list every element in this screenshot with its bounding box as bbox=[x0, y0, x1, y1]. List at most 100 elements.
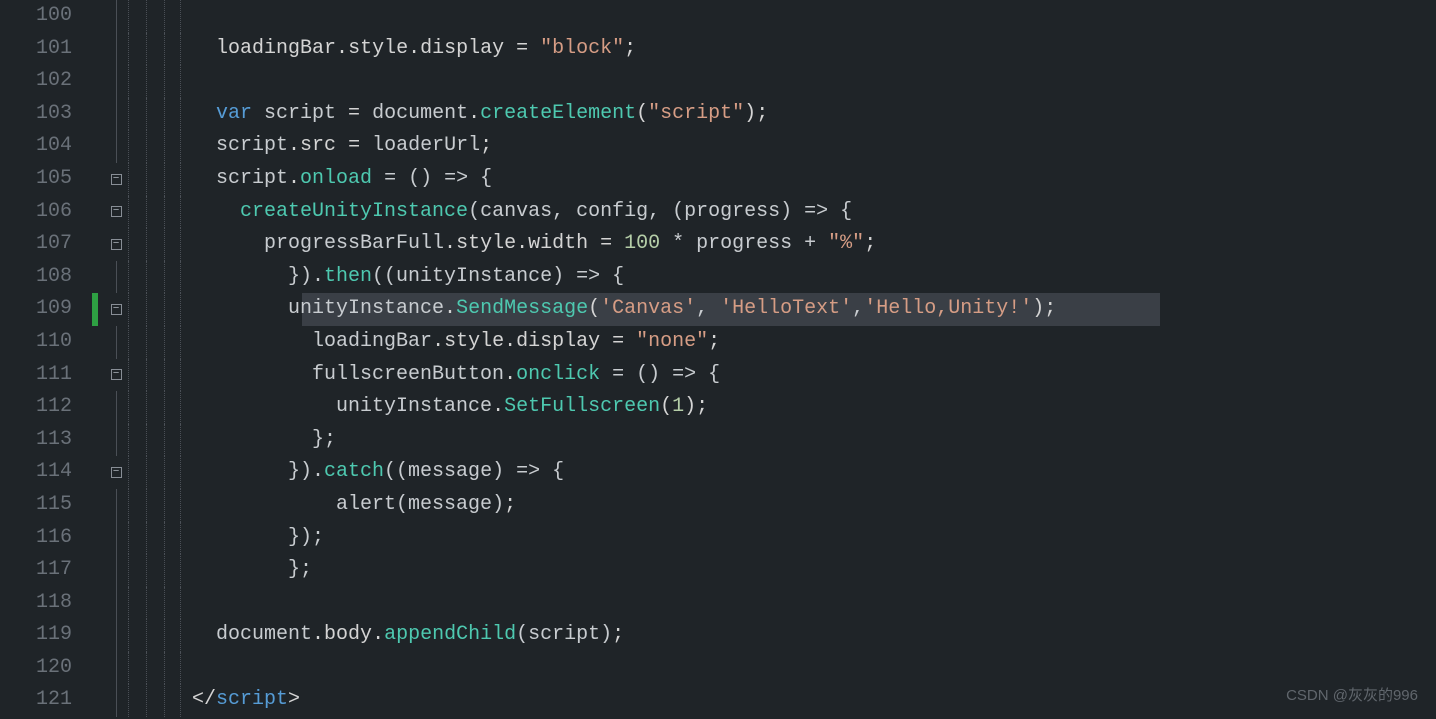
token: = bbox=[588, 232, 624, 255]
token: ; bbox=[624, 37, 636, 60]
token: = bbox=[600, 330, 636, 353]
token: . bbox=[444, 297, 456, 320]
line-number: 112 bbox=[0, 391, 80, 424]
token: progressBarFull bbox=[264, 232, 444, 255]
code-line[interactable]: loadingBar.style.display = "none"; bbox=[188, 326, 1436, 359]
token: src bbox=[300, 134, 336, 157]
line-number: 105 bbox=[0, 163, 80, 196]
code-line[interactable]: }).then((unityInstance) => { bbox=[188, 261, 1436, 294]
token: document bbox=[360, 102, 468, 125]
code-line[interactable] bbox=[188, 587, 1436, 620]
token: alert bbox=[336, 493, 396, 516]
token: "script" bbox=[648, 102, 744, 125]
code-line[interactable]: }).catch((message) => { bbox=[188, 456, 1436, 489]
code-line[interactable] bbox=[188, 652, 1436, 685]
line-number: 120 bbox=[0, 652, 80, 685]
fold-toggle-icon[interactable]: − bbox=[111, 467, 122, 478]
fold-column[interactable]: − − − − − − bbox=[104, 0, 128, 719]
code-area[interactable]: loadingBar.style.display = "block"; var … bbox=[188, 0, 1436, 719]
token: ) bbox=[744, 102, 756, 125]
code-line[interactable]: }; bbox=[188, 424, 1436, 457]
token: script bbox=[216, 688, 288, 711]
token: (canvas, config, (progress) => { bbox=[468, 200, 852, 223]
token: 'HelloText' bbox=[720, 297, 852, 320]
code-line[interactable]: createUnityInstance(canvas, config, (pro… bbox=[188, 196, 1436, 229]
token: ; bbox=[696, 395, 708, 418]
fold-toggle-icon[interactable]: − bbox=[111, 304, 122, 315]
token: "%" bbox=[828, 232, 864, 255]
line-number: 102 bbox=[0, 65, 80, 98]
token: style bbox=[456, 232, 516, 255]
token: SetFullscreen bbox=[504, 395, 660, 418]
token: = () => { bbox=[372, 167, 492, 190]
code-line[interactable]: }); bbox=[188, 522, 1436, 555]
token: , bbox=[852, 297, 864, 320]
token: , bbox=[696, 297, 720, 320]
line-number: 104 bbox=[0, 130, 80, 163]
token: * progress + bbox=[660, 232, 828, 255]
code-line[interactable]: fullscreenButton.onclick = () => { bbox=[188, 359, 1436, 392]
token: loadingBar bbox=[216, 37, 336, 60]
line-number: 113 bbox=[0, 424, 80, 457]
token: ) bbox=[1032, 297, 1044, 320]
token: ) bbox=[684, 395, 696, 418]
fold-toggle-icon[interactable]: − bbox=[111, 369, 122, 380]
token: ; bbox=[480, 134, 492, 157]
code-line[interactable]: progressBarFull.style.width = 100 * prog… bbox=[188, 228, 1436, 261]
line-number: 107 bbox=[0, 228, 80, 261]
code-line[interactable]: }; bbox=[188, 554, 1436, 587]
code-line[interactable] bbox=[188, 0, 1436, 33]
token: . bbox=[444, 232, 456, 255]
token: ((unityInstance) => { bbox=[372, 265, 624, 288]
fold-toggle-icon[interactable]: − bbox=[111, 239, 122, 250]
code-line[interactable]: script.onload = () => { bbox=[188, 163, 1436, 196]
line-number: 119 bbox=[0, 619, 80, 652]
fold-toggle-icon[interactable]: − bbox=[111, 174, 122, 185]
token: . bbox=[408, 37, 420, 60]
token: 'Hello,Unity!' bbox=[864, 297, 1032, 320]
token: unityInstance bbox=[288, 297, 444, 320]
token: = bbox=[504, 37, 540, 60]
token: }); bbox=[288, 526, 324, 549]
token: appendChild bbox=[384, 623, 516, 646]
token: . bbox=[492, 395, 504, 418]
token: display bbox=[516, 330, 600, 353]
token: ; bbox=[864, 232, 876, 255]
token: script bbox=[252, 102, 348, 125]
line-number: 100 bbox=[0, 0, 80, 33]
code-line[interactable]: unityInstance.SendMessage('Canvas', 'Hel… bbox=[188, 293, 1436, 326]
token: (script) bbox=[516, 623, 612, 646]
code-line[interactable]: loadingBar.style.display = "block"; bbox=[188, 33, 1436, 66]
line-number: 121 bbox=[0, 684, 80, 717]
line-number: 111 bbox=[0, 359, 80, 392]
token: ( bbox=[588, 297, 600, 320]
modification-marker-column bbox=[92, 0, 104, 719]
code-line[interactable]: var script = document.createElement("scr… bbox=[188, 98, 1436, 131]
code-line[interactable]: alert(message); bbox=[188, 489, 1436, 522]
code-line[interactable]: document.body.appendChild(script); bbox=[188, 619, 1436, 652]
token: body bbox=[324, 623, 372, 646]
code-line[interactable]: script.src = loaderUrl; bbox=[188, 130, 1436, 163]
line-number: 117 bbox=[0, 554, 80, 587]
code-line[interactable]: </script> bbox=[188, 684, 1436, 717]
token: createElement bbox=[480, 102, 636, 125]
line-number: 106 bbox=[0, 196, 80, 229]
token: createUnityInstance bbox=[240, 200, 468, 223]
line-number: 103 bbox=[0, 98, 80, 131]
line-number: 109 bbox=[0, 293, 80, 326]
code-line[interactable] bbox=[188, 65, 1436, 98]
fold-toggle-icon[interactable]: − bbox=[111, 206, 122, 217]
token: 'Canvas' bbox=[600, 297, 696, 320]
code-editor[interactable]: 1001011021031041051061071081091101111121… bbox=[0, 0, 1436, 719]
line-number: 101 bbox=[0, 33, 80, 66]
token: . bbox=[468, 102, 480, 125]
token: ; bbox=[504, 493, 516, 516]
code-line[interactable]: unityInstance.SetFullscreen(1); bbox=[188, 391, 1436, 424]
token: ((message) => { bbox=[384, 460, 564, 483]
token: (message) bbox=[396, 493, 504, 516]
token: fullscreenButton bbox=[312, 363, 504, 386]
watermark: CSDN @灰灰的996 bbox=[1286, 684, 1418, 705]
token: script bbox=[216, 167, 288, 190]
line-number: 110 bbox=[0, 326, 80, 359]
token: }). bbox=[288, 460, 324, 483]
